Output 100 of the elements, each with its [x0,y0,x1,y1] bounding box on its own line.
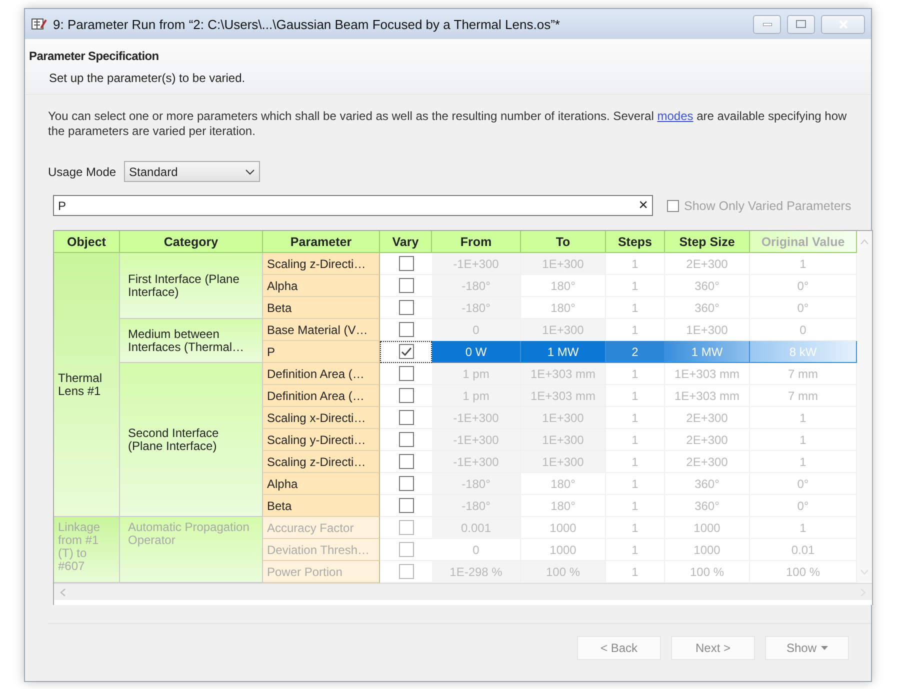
table-cell: -180° [432,275,521,297]
table-cell: 180° [521,473,606,495]
vary-checkbox[interactable] [398,322,414,337]
parameter-cell: Beta [263,495,380,517]
modes-link[interactable]: modes [657,109,694,123]
table-cell: 1000 [665,517,750,539]
parameter-cell: Accuracy Factor [263,517,380,539]
parameter-cell: Scaling x-Directi… [263,407,380,429]
table-cell: 360° [665,495,750,517]
table-cell: 1000 [521,517,606,539]
table-cell: 1 MW [521,341,606,363]
checkbox[interactable] [667,200,679,212]
table-cell: -1E+300 [432,407,521,429]
table-cell: 1 [606,429,665,451]
table-cell: 1E+300 [521,319,606,341]
parameter-cell: Deviation Thresh… [263,539,380,561]
intro-text: You can select one or more parameters which shall be varied as well as the resulting number of iterations. Several modes are available specifying how the parameters are varied per iteration. [48,109,848,139]
table-cell: 1 [606,297,665,319]
table-cell: 1 [606,473,665,495]
page-title: Parameter Specification [29,49,160,63]
table-cell: 100 % [521,561,606,583]
parameter-cell: Definition Area (… [263,363,380,385]
table-cell: 1 [606,517,665,539]
table-cell: -180° [432,297,521,319]
table-cell: 1 [606,539,665,561]
table-cell: -1E+300 [432,451,521,473]
vary-checkbox[interactable] [398,476,414,491]
table-cell: 1 [606,275,665,297]
vary-checkbox[interactable] [398,388,414,403]
column-header[interactable]: Step Size [665,231,750,253]
vary-checkbox[interactable] [398,454,414,469]
vary-checkbox[interactable] [398,410,414,425]
table-cell: 8 kW [750,341,857,363]
table-cell: 2E+300 [665,407,750,429]
table-cell: 1E+303 mm [521,385,606,407]
table-cell: 1E+303 mm [665,363,750,385]
table-cell: 1 [606,407,665,429]
minimize-button[interactable] [753,14,781,34]
minimize-icon [762,22,772,26]
clear-button[interactable]: × [638,198,648,214]
table-cell: 180° [521,275,606,297]
parameter-cell: P [263,341,380,363]
usage-mode-dropdown[interactable]: Standard [124,161,260,182]
vary-checkbox[interactable] [398,278,414,293]
column-header[interactable]: Steps [606,231,665,253]
vary-checkbox[interactable] [398,366,414,381]
table-cell: 0.001 [432,517,521,539]
column-header[interactable]: Object [54,231,120,253]
vary-checkbox[interactable] [398,256,414,271]
table-cell: 2E+300 [665,451,750,473]
category-cell: First Interface (Plane Interface) [120,253,263,319]
column-header[interactable]: From [432,231,521,253]
table-cell: 1 [606,363,665,385]
table-cell: 1 MW [665,341,750,363]
table-cell: -1E+300 [432,429,521,451]
maximize-icon [796,20,806,28]
table-cell: 0 W [432,341,521,363]
chevron-down-icon [245,168,256,174]
table-cell: 2 [606,341,665,363]
vary-checkbox[interactable] [398,300,414,315]
category-cell: Automatic Propagation Operator [120,517,263,583]
table-cell: 1 [606,253,665,275]
table-cell: 0 [432,319,521,341]
table-cell: 1000 [665,539,750,561]
app-icon [31,17,47,31]
table-cell: 1E+300 [521,451,606,473]
table-cell: -180° [432,495,521,517]
parameter-cell: Scaling z-Directi… [263,451,380,473]
object-cell: Thermal Lens #1 [54,253,120,517]
parameter-cell: Scaling y-Directi… [263,429,380,451]
column-header[interactable]: Vary [380,231,432,253]
table-cell: -180° [432,473,521,495]
object-cell: Linkage from #1 (T) to #607 [54,517,120,583]
table-cell: 1 [606,385,665,407]
table-cell: 1E+303 mm [521,363,606,385]
filter-field[interactable]: P × [53,195,653,216]
table-cell: 1E-298 % [432,561,521,583]
table-cell: 360° [665,297,750,319]
category-cell: Medium between Interfaces (Thermal… [120,319,263,363]
column-header[interactable]: Parameter [263,231,380,253]
parameter-cell: Scaling z-Directi… [263,253,380,275]
table-cell: 1 pm [432,363,521,385]
table-cell: 2E+300 [665,429,750,451]
table-cell: 180° [521,495,606,517]
category-cell: Second Interface (Plane Interface) [120,363,263,517]
table-cell: 360° [665,275,750,297]
column-header[interactable]: To [521,231,606,253]
parameter-cell: Alpha [263,473,380,495]
maximize-button[interactable] [787,14,815,34]
vary-checkbox[interactable] [398,498,414,513]
usage-mode-label: Usage Mode [48,164,116,178]
page-subtitle: Set up the parameter(s) to be varied. [48,71,246,85]
vary-checkbox[interactable] [398,432,414,447]
table-cell: -1E+300 [432,253,521,275]
table-cell: 1 pm [432,385,521,407]
parameter-cell: Definition Area (… [263,385,380,407]
table-cell: 1E+303 mm [665,385,750,407]
column-header[interactable]: Category [120,231,263,253]
vary-checkbox[interactable] [398,344,414,359]
parameter-cell: Alpha [263,275,380,297]
